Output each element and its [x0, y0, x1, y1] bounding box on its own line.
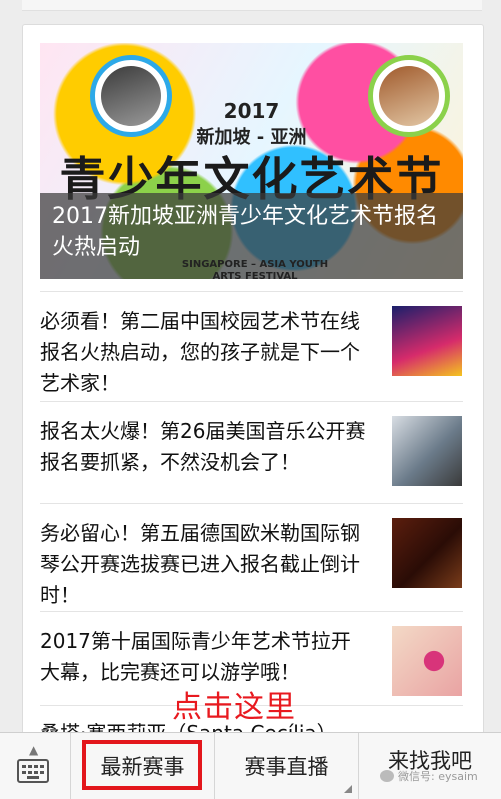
click-here-annotation: 点击这里 [172, 690, 296, 725]
watermark: 微信号: eysaim [380, 768, 478, 784]
article-title: 务必留心！第五届德国欧米勒国际钢琴公开赛选拔赛已进入报名截止倒计时！ [40, 521, 360, 607]
bottom-menu-bar: ▲ 最新赛事 赛事直播 来找我吧 [0, 732, 501, 799]
article-thumbnail [392, 306, 462, 376]
wechat-icon [380, 770, 394, 782]
menu-label: 赛事直播 [244, 755, 329, 779]
keyboard-icon [17, 759, 49, 783]
article-thumbnail [392, 416, 462, 486]
article-title: 报名太火爆！第26届美国音乐公开赛报名要抓紧，不然没机会了！ [40, 419, 366, 474]
menu-live-events[interactable]: 赛事直播 [215, 733, 359, 799]
article-card: 2017 新加坡 - 亚洲 青少年文化艺术节 2017新加坡亚洲青少年文化艺术节… [22, 24, 484, 746]
article-title: 2017第十届国际青少年艺术节拉开大幕，比完赛还可以游学哦！ [40, 629, 351, 684]
hero-english-name: SINGAPORE – ASIA YOUTH ARTS FESTIVAL [181, 259, 329, 279]
menu-find-me[interactable]: 来找我吧 [359, 733, 501, 799]
keyboard-toggle-button[interactable]: ▲ [0, 733, 71, 799]
hero-article[interactable]: 2017 新加坡 - 亚洲 青少年文化艺术节 2017新加坡亚洲青少年文化艺术节… [40, 43, 463, 279]
watermark-text: 微信号: eysaim [398, 770, 478, 783]
caret-up-icon: ▲ [29, 743, 39, 757]
article-thumbnail [392, 626, 462, 696]
list-item[interactable]: 必须看！第二届中国校园艺术节在线报名火热启动，您的孩子就是下一个艺术家！ [40, 291, 463, 402]
list-item[interactable]: 务必留心！第五届德国欧米勒国际钢琴公开赛选拔赛已进入报名截止倒计时！ [40, 503, 463, 614]
hero-year: 2017 [223, 99, 280, 123]
article-title: 必须看！第二届中国校园艺术节在线报名火热启动，您的孩子就是下一个艺术家！ [40, 309, 360, 395]
list-item[interactable]: 报名太火爆！第26届美国音乐公开赛报名要抓紧，不然没机会了！ [40, 401, 463, 512]
submenu-indicator-icon [344, 785, 352, 793]
highlight-box [82, 740, 202, 790]
previous-card-edge [22, 0, 482, 11]
article-thumbnail [392, 518, 462, 588]
